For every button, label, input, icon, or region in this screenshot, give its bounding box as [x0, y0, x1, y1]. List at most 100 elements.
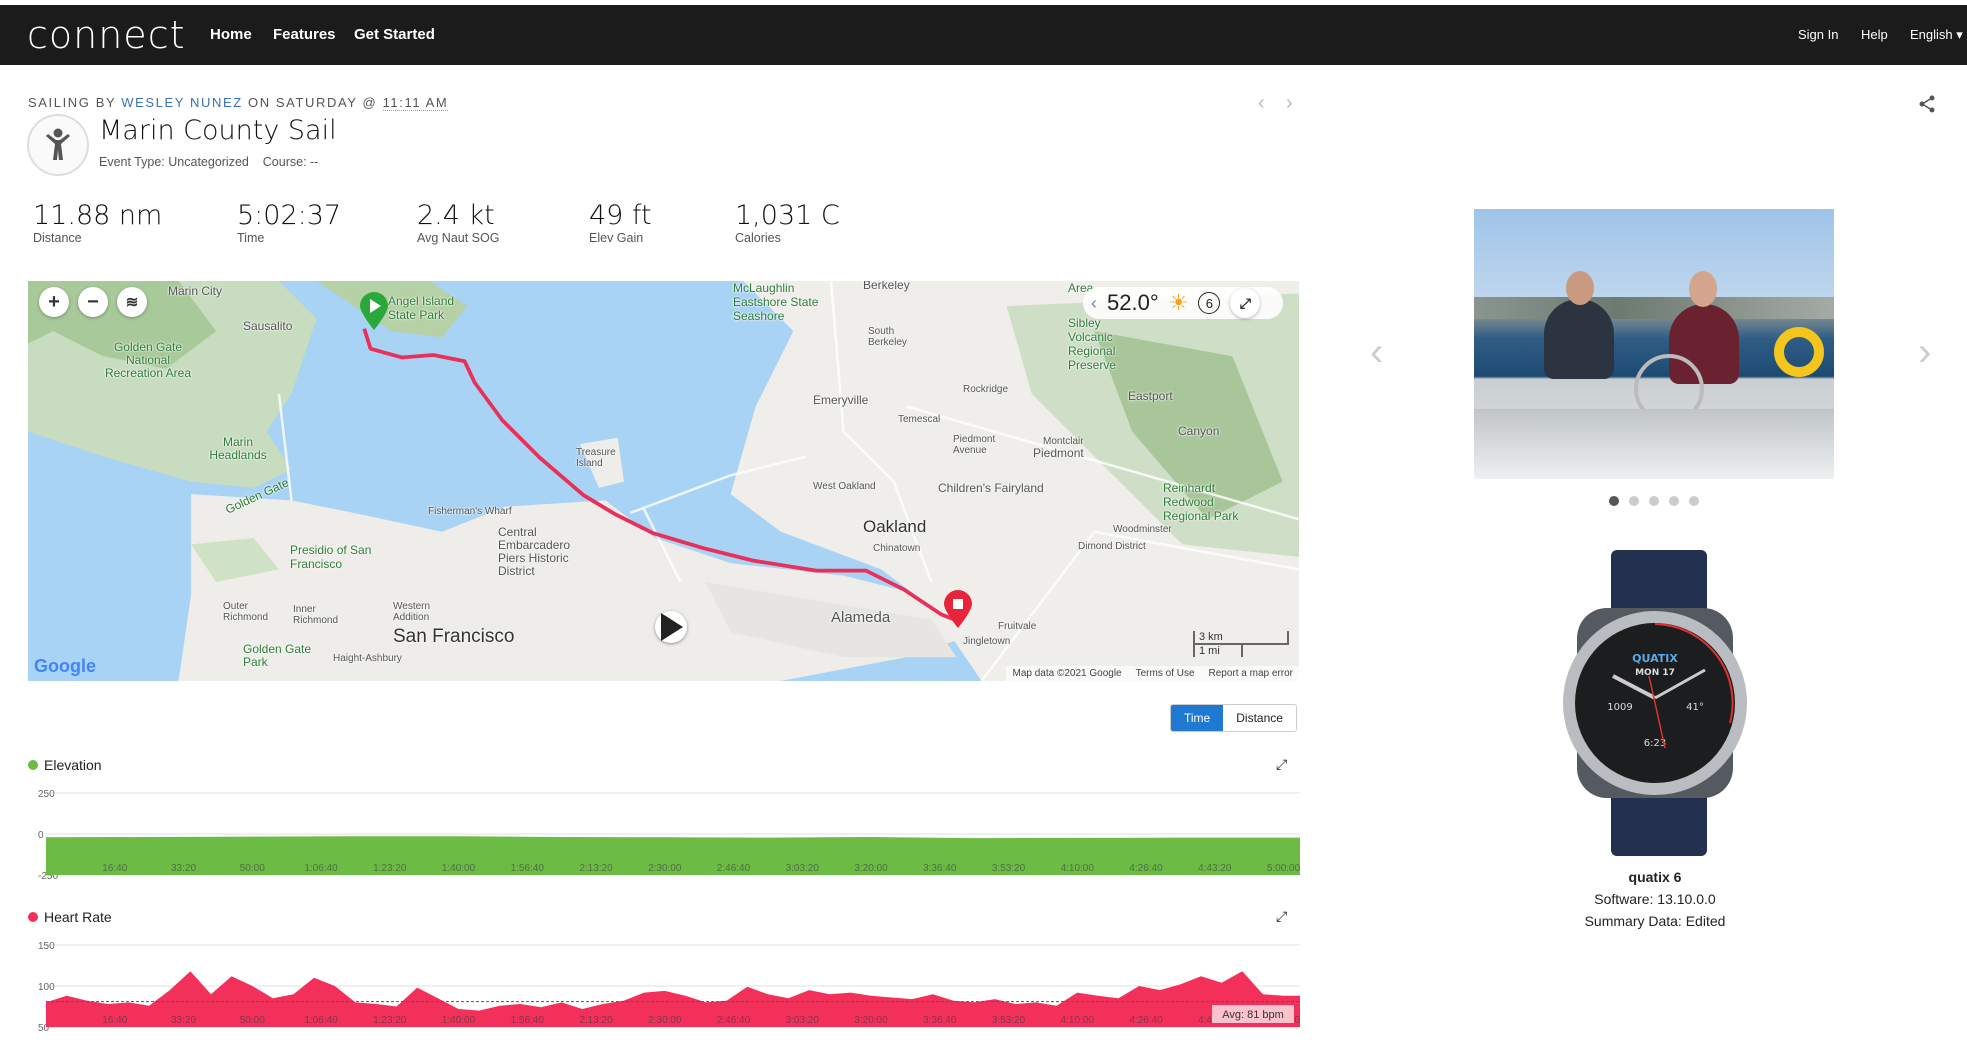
x-tick-label: 4:10:00	[1061, 1015, 1095, 1026]
activity-photo[interactable]	[1474, 209, 1834, 479]
x-tick-label: 4:26:40	[1129, 1015, 1163, 1026]
device-software: Software: 13.10.0.0	[1594, 891, 1716, 907]
x-tick-label: 2:13:20	[579, 1015, 613, 1026]
map-label: Emeryville	[813, 393, 869, 407]
x-tick-label: 5:00:00	[1267, 863, 1300, 874]
map-label: Chinatown	[873, 543, 921, 554]
fullscreen-icon[interactable]: ⤢	[1230, 288, 1261, 318]
x-tick-label: 3:20:00	[854, 1015, 888, 1026]
activity-type: SAILING BY	[28, 95, 122, 110]
y-tick-label: 100	[38, 982, 55, 993]
carousel-next-arrow[interactable]: ›	[1918, 330, 1931, 375]
nav-features[interactable]: Features	[273, 26, 336, 43]
x-tick-label: 2:30:00	[648, 1015, 682, 1026]
device-name[interactable]: quatix 6	[1455, 866, 1855, 888]
expand-elevation-icon[interactable]: ⤢	[1276, 756, 1287, 773]
next-activity-arrow[interactable]: ›	[1286, 92, 1293, 115]
map-label: Dimond District	[1078, 541, 1146, 552]
person-icon	[46, 128, 70, 160]
previous-activity-arrow[interactable]: ‹	[1258, 92, 1265, 115]
sign-in-link[interactable]: Sign In	[1798, 27, 1838, 42]
layers-icon[interactable]: ≋	[117, 287, 147, 317]
google-logo: Google	[34, 656, 96, 676]
device-info: quatix 6 Software: 13.10.0.0 Summary Dat…	[1455, 866, 1855, 932]
heart-rate-title: Heart Rate	[44, 909, 112, 925]
carousel-dot[interactable]	[1669, 496, 1679, 506]
map-label: Golden Gate National Recreation Area	[104, 340, 192, 380]
x-tick-label: 16:40	[102, 863, 127, 874]
carousel-dot[interactable]	[1609, 496, 1619, 506]
user-link[interactable]: WESLEY NUNEZ	[121, 95, 243, 110]
temperature: 52.0°	[1107, 290, 1159, 315]
play-icon	[661, 613, 683, 641]
connect-logo[interactable]: connect	[27, 13, 185, 57]
map-label: Piedmont Avenue	[953, 434, 996, 456]
stat-label: Elev Gain	[589, 231, 644, 245]
toggle-time[interactable]: Time	[1171, 705, 1224, 731]
x-tick-label: 4:26:40	[1129, 863, 1163, 874]
map-label: Golden Gate Park	[243, 642, 312, 669]
map-label: Woodminster	[1113, 524, 1172, 535]
end-marker-icon	[944, 590, 972, 628]
stat-label: Avg Naut SOG	[417, 231, 500, 245]
map-label: Outer Richmond	[223, 601, 269, 623]
report-error-link[interactable]: Report a map error	[1209, 668, 1293, 679]
route-map[interactable]: Marin City Sausalito Golden Gate Nationa…	[28, 281, 1299, 681]
y-tick-label: 150	[38, 941, 55, 952]
toggle-distance[interactable]: Distance	[1223, 705, 1296, 731]
help-link[interactable]: Help	[1861, 27, 1888, 42]
x-tick-label: 1:06:40	[304, 863, 338, 874]
zoom-out-button[interactable]: −	[78, 287, 108, 317]
x-tick-label: 4:10:00	[1061, 863, 1095, 874]
map-label: San Francisco	[393, 626, 515, 647]
map-label: Children's Fairyland	[938, 481, 1044, 495]
x-tick-label: 33:20	[171, 863, 196, 874]
x-tick-label: 3:36:40	[923, 863, 957, 874]
heart-rate-chart[interactable]: 1501005016:40 33:20 50:00 1:06:40 1:23:20 1:4…	[28, 932, 1300, 1037]
map-label: Montclair	[1043, 436, 1084, 447]
x-tick-label: 50:00	[240, 863, 265, 874]
scale-km: 3 km	[1193, 631, 1289, 645]
watch-text: MON 17	[1635, 668, 1675, 678]
map-label: Reinhardt Redwood Regional Park	[1163, 481, 1239, 523]
carousel-dots	[1604, 493, 1704, 511]
terms-link[interactable]: Terms of Use	[1136, 668, 1195, 679]
activity-time[interactable]: 11:11 AM	[382, 95, 449, 111]
map-data-text: Map data ©2021 Google	[1012, 668, 1122, 679]
map-label: Presidio of San Francisco	[290, 543, 372, 571]
elevation-chart[interactable]: 2500-25016:40 33:20 50:00 1:06:40 1:23:20 1:4…	[28, 780, 1300, 885]
nav-get-started[interactable]: Get Started	[354, 26, 435, 43]
course[interactable]: Course: --	[263, 155, 319, 169]
carousel-prev-arrow[interactable]: ‹	[1370, 330, 1383, 375]
x-tick-label: 33:20	[171, 1015, 196, 1026]
stat-value: 11.88 nm	[33, 200, 163, 231]
event-type[interactable]: Event Type: Uncategorized	[99, 155, 249, 169]
heart-rate-legend: Heart Rate	[28, 909, 112, 925]
carousel-dot[interactable]	[1649, 496, 1659, 506]
top-navigation-bar: connect Home Features Get Started Sign I…	[0, 5, 1967, 65]
map-label: South Berkeley	[868, 326, 907, 348]
collapse-chevron-icon[interactable]: ‹	[1091, 293, 1097, 314]
map-label: Haight-Ashbury	[333, 653, 402, 664]
activity-day: ON SATURDAY @	[242, 95, 383, 110]
carousel-dot[interactable]	[1629, 496, 1639, 506]
stat-value: 5:02:37	[237, 200, 342, 231]
share-icon[interactable]	[1918, 95, 1936, 118]
nav-home[interactable]: Home	[210, 26, 252, 43]
device-image: QUATIX MON 17 1009 41° 6:23	[1563, 550, 1747, 856]
expand-heart-rate-icon[interactable]: ⤢	[1276, 908, 1287, 925]
carousel-dot[interactable]	[1689, 496, 1699, 506]
zoom-in-button[interactable]: +	[39, 287, 69, 317]
play-route-button[interactable]	[655, 611, 687, 643]
elevation-dot	[28, 760, 38, 770]
language-select[interactable]: English ▾	[1910, 27, 1963, 43]
map-label: Sibley Volcanic Regional Preserve	[1068, 316, 1117, 372]
scale-mi: 1 mi	[1193, 645, 1243, 657]
x-tick-label: 1:56:40	[511, 1015, 545, 1026]
weather-widget[interactable]: ‹ 52.0° ☀ 6 ⤢	[1083, 287, 1283, 319]
x-tick-label: 4:43:20	[1198, 863, 1232, 874]
activity-title[interactable]: Marin County Sail	[99, 115, 337, 146]
map-label: Alameda	[831, 609, 891, 626]
stat-time: 5:02:37 Time	[237, 200, 341, 245]
map-label: Fruitvale	[998, 621, 1037, 632]
